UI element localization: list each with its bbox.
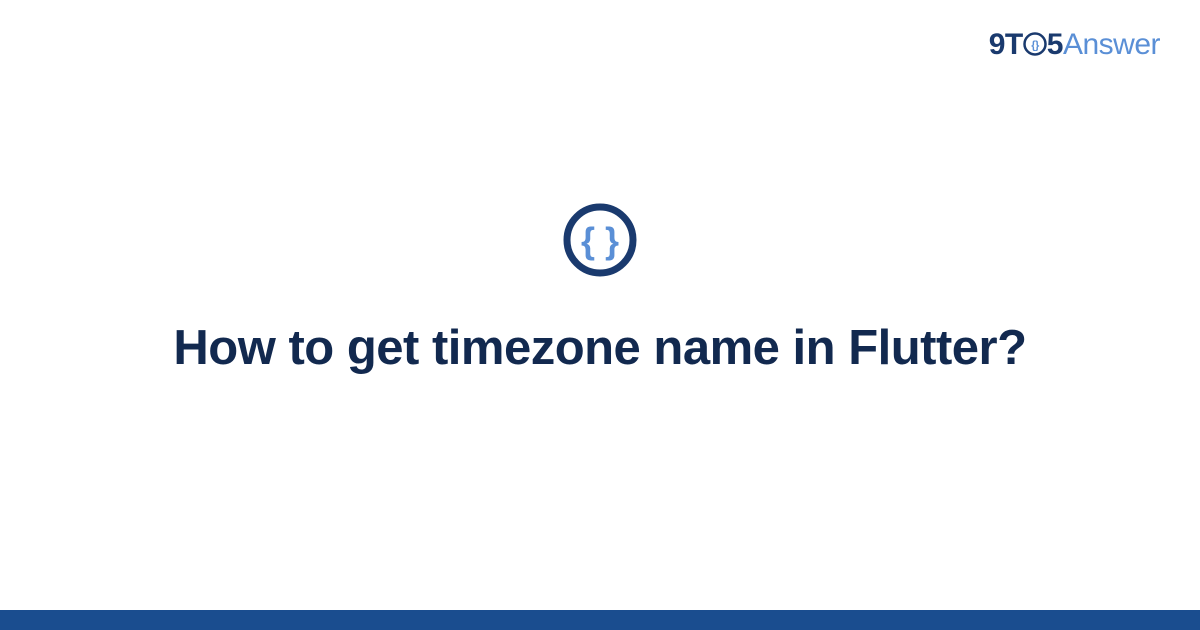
curly-braces-icon: { } <box>561 201 639 279</box>
svg-text:{ }: { } <box>581 220 619 261</box>
footer-bar <box>0 610 1200 630</box>
question-title: How to get timezone name in Flutter? <box>173 317 1026 380</box>
main-content: { } How to get timezone name in Flutter? <box>0 0 1200 610</box>
